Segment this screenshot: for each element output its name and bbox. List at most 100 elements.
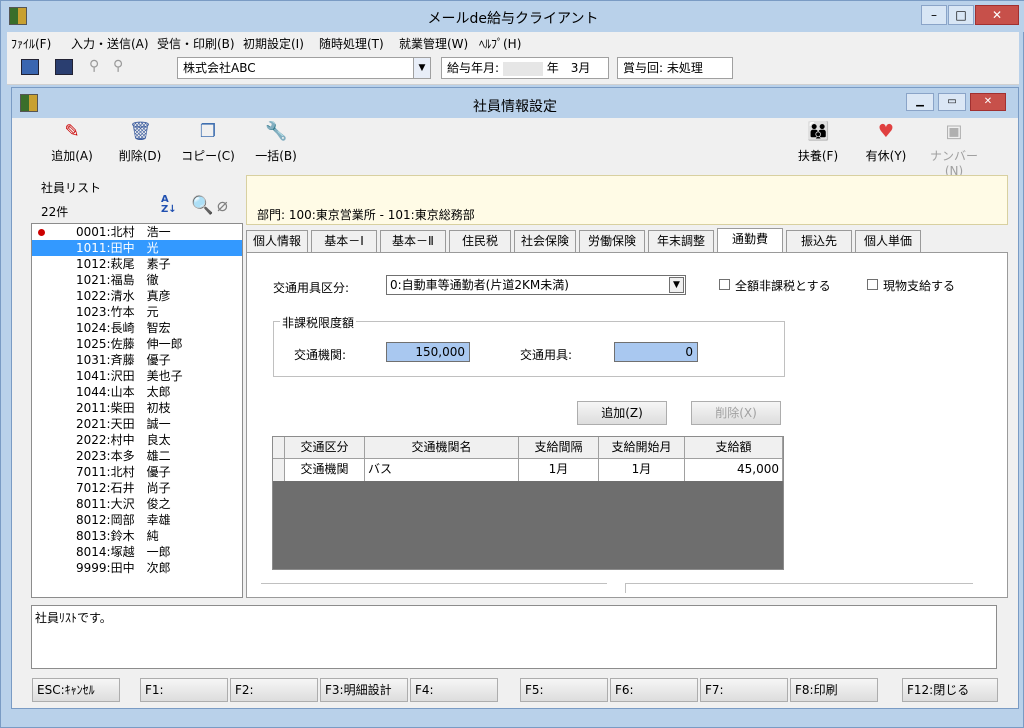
function-key-4[interactable]: F3:明細設計 — [320, 678, 408, 702]
tab-4[interactable]: 住民税 — [449, 230, 511, 253]
all-taxfree-checkbox[interactable] — [719, 279, 730, 290]
monitor-dark-icon[interactable] — [55, 59, 73, 75]
grid-header[interactable]: 支給額 — [685, 437, 783, 459]
leave-button[interactable]: ♥ 有休(Y) — [856, 121, 916, 169]
menu-input-send[interactable]: 入力・送信(A) — [71, 35, 149, 52]
inner-minimize-button[interactable]: ▁ — [906, 93, 934, 111]
function-key-6[interactable]: F5: — [520, 678, 608, 702]
tab-7[interactable]: 年末調整 — [648, 230, 714, 253]
grid-cell[interactable]: 1月 — [519, 459, 599, 481]
dependents-button[interactable]: 👪 扶養(F) — [788, 121, 848, 169]
add-row-button[interactable]: 追加(Z) — [577, 401, 667, 425]
grid-header[interactable]: 交通区分 — [285, 437, 365, 459]
in-kind-checkbox[interactable] — [867, 279, 878, 290]
grid-cell[interactable]: バス — [365, 459, 519, 481]
grid-header[interactable]: 支給開始月 — [599, 437, 685, 459]
employee-row[interactable]: 7011:北村 優子 — [32, 464, 242, 480]
panel-scrollbar-right[interactable] — [625, 583, 973, 593]
chevron-down-icon[interactable]: ▼ — [669, 277, 684, 293]
transport-limit-field[interactable]: 150,000 — [386, 342, 470, 362]
menu-initial-settings[interactable]: 初期設定(I) — [243, 35, 304, 52]
number-button[interactable]: ▣ ナンバー(N) — [924, 121, 984, 178]
chevron-down-icon[interactable]: ▼ — [413, 58, 430, 78]
company-select[interactable]: 株式会社ABC ▼ — [177, 57, 431, 79]
employee-row[interactable]: 8013:鈴木 純 — [32, 528, 242, 544]
function-key-3[interactable]: F2: — [230, 678, 318, 702]
function-key-2[interactable]: F1: — [140, 678, 228, 702]
grid-cell[interactable]: 交通機関 — [285, 459, 365, 481]
function-key-5[interactable]: F4: — [410, 678, 498, 702]
delete-row-button[interactable]: 削除(X) — [691, 401, 781, 425]
grid-cell[interactable]: 1月 — [599, 459, 685, 481]
menu-attendance[interactable]: 就業管理(W) — [399, 35, 468, 52]
panel-scrollbar-left[interactable] — [261, 583, 607, 593]
employee-row[interactable]: 2021:天田 誠一 — [32, 416, 242, 432]
employee-name: 1025:佐藤 伸一郎 — [76, 337, 183, 351]
minimize-button[interactable]: – — [921, 5, 947, 25]
tab-9[interactable]: 振込先 — [786, 230, 852, 253]
menu-file[interactable]: ﾌｧｲﾙ(F) — [11, 35, 51, 52]
tab-8[interactable]: 通勤費 — [717, 228, 783, 254]
employee-row[interactable]: 1031:斉藤 優子 — [32, 352, 242, 368]
key-icon[interactable]: ⚲ — [89, 58, 105, 76]
employee-row[interactable]: 1022:清水 真彦 — [32, 288, 242, 304]
employee-row[interactable]: 1011:田中 光 — [32, 240, 242, 256]
menu-occasional[interactable]: 随時処理(T) — [319, 35, 384, 52]
employee-name: 1031:斉藤 優子 — [76, 353, 171, 367]
tab-10[interactable]: 個人単価 — [855, 230, 921, 253]
employee-name: 8013:鈴木 純 — [76, 529, 159, 543]
employee-row[interactable]: 1012:萩尾 素子 — [32, 256, 242, 272]
employee-row[interactable]: 8012:岡部 幸雄 — [32, 512, 242, 528]
employee-row[interactable]: 2022:村中 良太 — [32, 432, 242, 448]
delete-button[interactable]: 🗑 削除(D) — [110, 121, 170, 169]
function-key-1[interactable]: ESC:ｷｬﾝｾﾙ — [32, 678, 120, 702]
function-key-10[interactable]: F12:閉じる — [902, 678, 998, 702]
employee-row[interactable]: 8011:大沢 俊之 — [32, 496, 242, 512]
tab-5[interactable]: 社会保険 — [514, 230, 576, 253]
employee-row[interactable]: 0001:北村 浩一 — [32, 224, 242, 240]
search-clear-icon[interactable]: ⌀ — [217, 195, 239, 217]
menu-help[interactable]: ﾍﾙﾌﾟ(H) — [479, 35, 521, 52]
employee-row[interactable]: 1023:竹本 元 — [32, 304, 242, 320]
tab-1[interactable]: 個人情報 — [246, 230, 308, 253]
search-icon[interactable]: 🔍 — [191, 195, 213, 217]
tab-2[interactable]: 基本－Ⅰ — [311, 230, 377, 253]
employee-row[interactable]: 1041:沢田 美也子 — [32, 368, 242, 384]
tool-limit-field[interactable]: 0 — [614, 342, 698, 362]
inner-maximize-button[interactable]: ▭ — [938, 93, 966, 111]
employee-row[interactable]: 2011:柴田 初枝 — [32, 400, 242, 416]
key-icon-2[interactable]: ⚲ — [113, 58, 129, 76]
add-button[interactable]: ✎ 追加(A) — [42, 121, 102, 169]
grid-cell[interactable]: 45,000 — [685, 459, 783, 481]
pay-month-value: 年 3月 — [546, 61, 591, 75]
close-button[interactable]: ✕ — [975, 5, 1019, 25]
employee-row[interactable]: 8014:塚越 一郎 — [32, 544, 242, 560]
grid-header[interactable]: 支給間隔 — [519, 437, 599, 459]
batch-button[interactable]: 🔧 一括(B) — [246, 121, 306, 169]
function-key-9[interactable]: F8:印刷 — [790, 678, 878, 702]
inner-close-button[interactable]: ✕ — [970, 93, 1006, 111]
employee-row[interactable]: 1021:福島 徹 — [32, 272, 242, 288]
function-key-7[interactable]: F6: — [610, 678, 698, 702]
employee-name: 1022:清水 真彦 — [76, 289, 171, 303]
function-key-8[interactable]: F7: — [700, 678, 788, 702]
copy-button[interactable]: ❐ コピー(C) — [178, 121, 238, 169]
monitor-icon[interactable] — [21, 59, 39, 75]
employee-row[interactable]: 2023:本多 雄二 — [32, 448, 242, 464]
tab-3[interactable]: 基本－Ⅱ — [380, 230, 446, 253]
employee-row[interactable]: 1044:山本 太郎 — [32, 384, 242, 400]
maximize-button[interactable]: □ — [948, 5, 974, 25]
menu-receive-print[interactable]: 受信・印刷(B) — [157, 35, 235, 52]
sort-az-icon[interactable]: A Z↓ — [161, 195, 181, 217]
grid-row-selector[interactable] — [273, 459, 285, 481]
employee-row[interactable]: 7012:石井 尚子 — [32, 480, 242, 496]
tab-6[interactable]: 労働保険 — [579, 230, 645, 253]
employee-row[interactable]: 9999:田中 次郎 — [32, 560, 242, 576]
department-text: 部門: 100:東京営業所 - 101:東京総務部 — [257, 208, 475, 222]
employee-row[interactable]: 1024:長崎 智宏 — [32, 320, 242, 336]
grid-header[interactable]: 交通機関名 — [365, 437, 519, 459]
batch-label: 一括(B) — [255, 149, 297, 163]
commute-type-select[interactable]: 0:自動車等通勤者(片道2KM未満) ▼ — [386, 275, 686, 295]
employee-row[interactable]: 1025:佐藤 伸一郎 — [32, 336, 242, 352]
employee-list[interactable]: 0001:北村 浩一 1011:田中 光 1012:萩尾 素子 1021:福島 徹 10… — [31, 223, 243, 598]
